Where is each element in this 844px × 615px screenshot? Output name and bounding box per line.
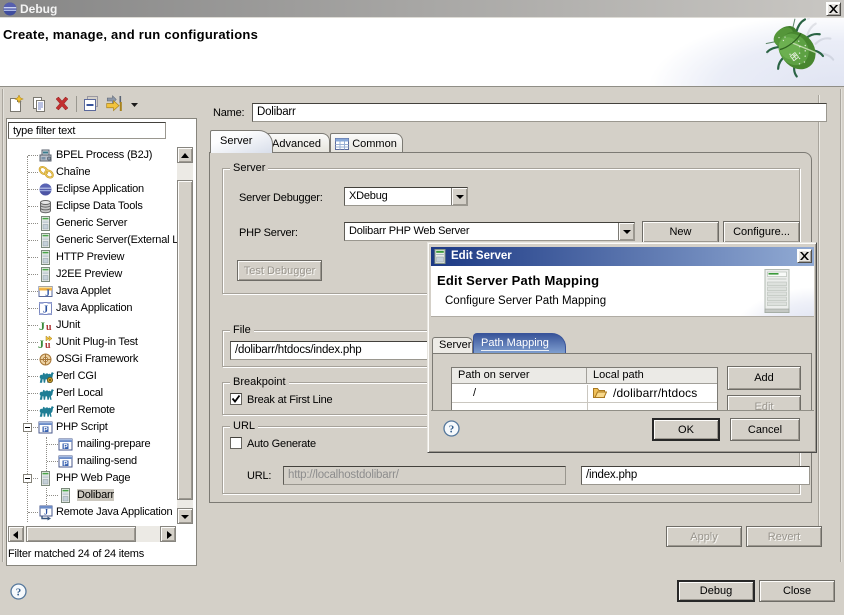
svg-text:P: P: [63, 443, 68, 450]
svg-text:u: u: [46, 322, 52, 333]
svg-text:?: ?: [449, 424, 455, 436]
svg-text:?: ?: [16, 587, 22, 599]
svg-text:P: P: [63, 460, 68, 467]
svg-text:P: P: [43, 426, 48, 433]
svg-text:J: J: [38, 337, 44, 350]
svg-text:J: J: [39, 319, 45, 333]
svg-text:J: J: [44, 508, 48, 517]
svg-text:u: u: [45, 340, 51, 350]
svg-text:J: J: [43, 305, 48, 316]
svg-text:J: J: [45, 288, 50, 298]
